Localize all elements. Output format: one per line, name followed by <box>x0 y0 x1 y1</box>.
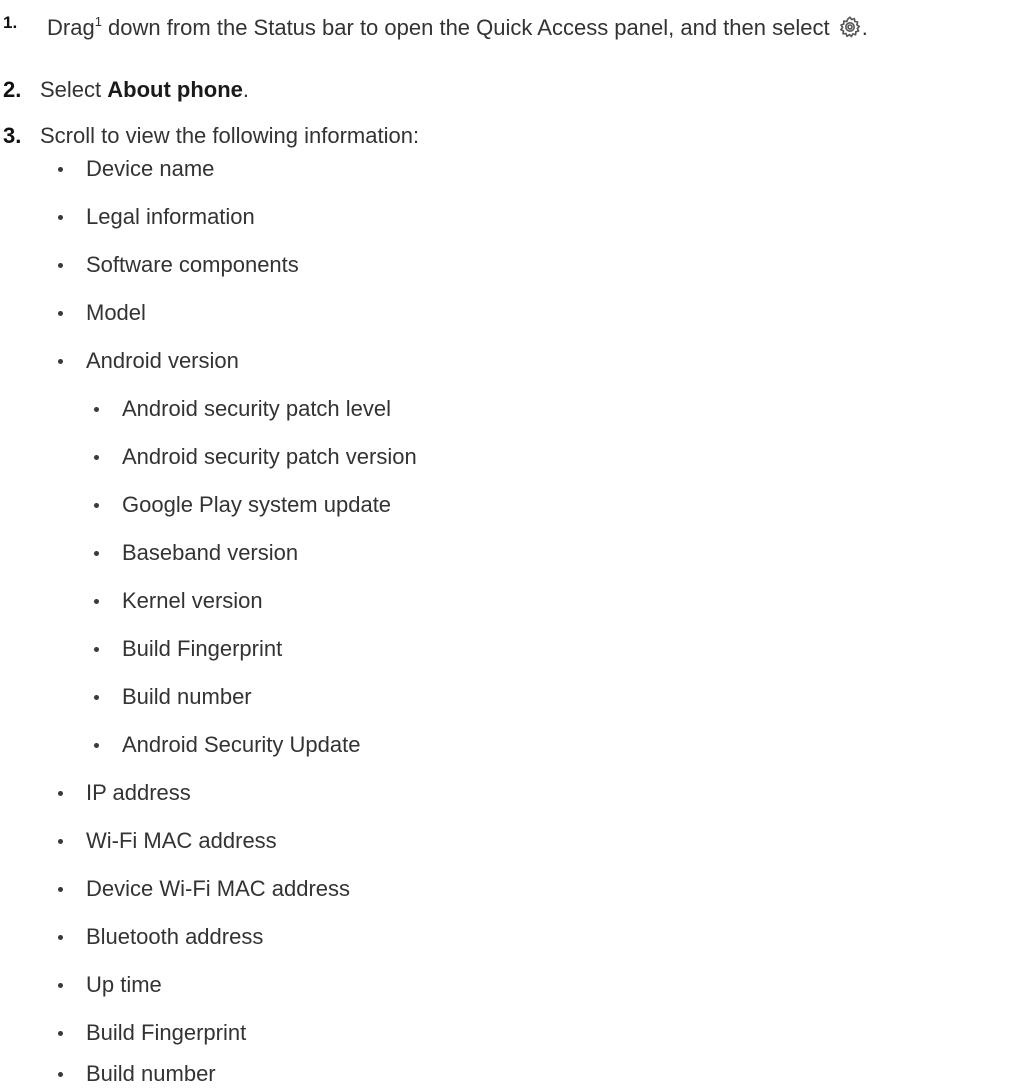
step-number: 1. <box>3 13 18 32</box>
list-item-label: Up time <box>86 972 162 997</box>
list-item-label: Android Security Update <box>122 732 361 757</box>
step-number: 2. <box>3 77 22 102</box>
bullet-dot <box>58 935 63 940</box>
list-item-label: Build Fingerprint <box>122 636 283 661</box>
bullet-dot <box>94 743 99 748</box>
bullet-dot <box>94 647 99 652</box>
list-item-label: Device Wi-Fi MAC address <box>86 876 351 901</box>
list-item-label: Wi-Fi MAC address <box>86 828 277 853</box>
bullet-dot <box>94 503 99 508</box>
bullet-dot <box>94 407 99 412</box>
list-item-label: Build number <box>86 1061 216 1086</box>
bullet-dot <box>58 983 63 988</box>
list-item-label: Software components <box>86 252 299 277</box>
step-text-middle: down from the Status bar to open the Qui… <box>101 15 836 40</box>
procedure-document: 1. Drag1 down from the Status bar to ope… <box>0 0 1026 1091</box>
bullet-dot <box>94 695 99 700</box>
step-text-end: . <box>242 77 250 102</box>
step-text: Select About phone. <box>40 76 249 104</box>
list-item-label: Android version <box>86 348 239 373</box>
step-text-end: . <box>861 15 868 40</box>
list-item-label: Legal information <box>86 204 255 229</box>
bullet-dot <box>58 1072 63 1077</box>
bullet-dot <box>94 455 99 460</box>
bullet-dot <box>58 887 63 892</box>
bullet-dot <box>94 551 99 556</box>
step-text: Scroll to view the following information… <box>40 123 420 148</box>
list-item-label: Baseband version <box>122 540 299 565</box>
step-number: 3. <box>3 123 22 148</box>
bullet-dot <box>58 359 63 364</box>
list-item-label: Google Play system update <box>122 492 392 517</box>
bullet-dot <box>58 215 63 220</box>
list-item-label: Bluetooth address <box>86 924 264 949</box>
bullet-dot <box>58 263 63 268</box>
footnote-marker: 1 <box>94 14 102 29</box>
bullet-dot <box>58 311 63 316</box>
list-item-label: Android security patch level <box>122 396 392 421</box>
step-text-start: Drag <box>47 15 95 40</box>
list-item-label: Kernel version <box>122 588 263 613</box>
list-item-label: IP address <box>86 780 191 805</box>
list-item-label: Device name <box>86 156 215 181</box>
list-item-label: Android security patch version <box>122 444 417 469</box>
bullet-dot <box>58 791 63 796</box>
list-item-label: Model <box>86 300 146 325</box>
about-phone-label: About phone <box>107 77 243 102</box>
step-text: Drag1 down from the Status bar to open t… <box>47 14 868 45</box>
bullet-dot <box>58 839 63 844</box>
bullet-dot <box>94 599 99 604</box>
step-text-start: Select <box>40 77 108 102</box>
list-item-label: Build Fingerprint <box>86 1020 247 1045</box>
list-item-label: Build number <box>122 684 252 709</box>
bullet-dot <box>58 1031 63 1036</box>
bullet-dot <box>58 167 63 172</box>
settings-gear-icon <box>838 15 862 39</box>
